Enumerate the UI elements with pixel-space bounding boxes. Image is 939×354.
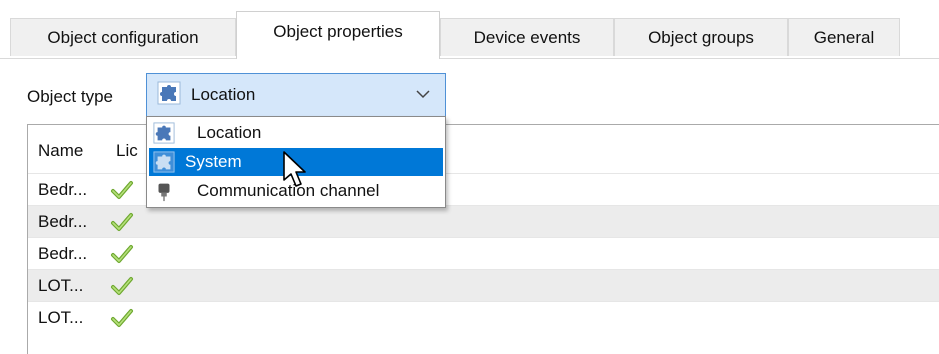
row-name: Bedr... <box>38 212 88 231</box>
chevron-down-icon[interactable] <box>415 86 431 102</box>
row-name: Bedr... <box>38 244 88 263</box>
tab-object-properties[interactable]: Object properties <box>236 11 440 59</box>
table-row[interactable]: LOT... <box>28 269 939 301</box>
table-row[interactable]: LOT... <box>28 301 939 333</box>
plug-icon <box>158 183 170 202</box>
table-row[interactable]: Bedr... <box>28 205 939 237</box>
row-name: LOT... <box>38 276 84 295</box>
mouse-cursor-icon <box>283 151 306 187</box>
check-icon <box>111 277 133 295</box>
check-icon <box>111 309 133 327</box>
check-icon <box>111 213 133 231</box>
object-type-value: Location <box>191 85 256 104</box>
table-row[interactable]: Bedr... <box>28 237 939 269</box>
check-icon <box>111 245 133 263</box>
puzzle-icon <box>153 151 175 173</box>
tab-strip: Object configuration Object properties D… <box>0 0 939 59</box>
tab-object-groups[interactable]: Object groups <box>614 18 788 56</box>
tab-object-configuration[interactable]: Object configuration <box>10 18 236 56</box>
tab-device-events[interactable]: Device events <box>440 18 614 56</box>
row-name: LOT... <box>38 308 84 327</box>
object-type-label: Object type <box>27 87 113 106</box>
column-header-license[interactable]: Lic <box>116 141 138 161</box>
puzzle-icon <box>157 81 181 110</box>
object-type-combobox[interactable]: Location <box>146 73 446 117</box>
check-icon <box>111 181 133 199</box>
option-label: System <box>185 152 242 171</box>
column-header-name[interactable]: Name <box>38 141 83 161</box>
tab-general[interactable]: General <box>788 18 900 56</box>
option-label: Location <box>197 123 262 142</box>
puzzle-icon <box>153 122 175 144</box>
row-name: Bedr... <box>38 180 88 199</box>
option-location[interactable]: Location <box>149 119 443 147</box>
